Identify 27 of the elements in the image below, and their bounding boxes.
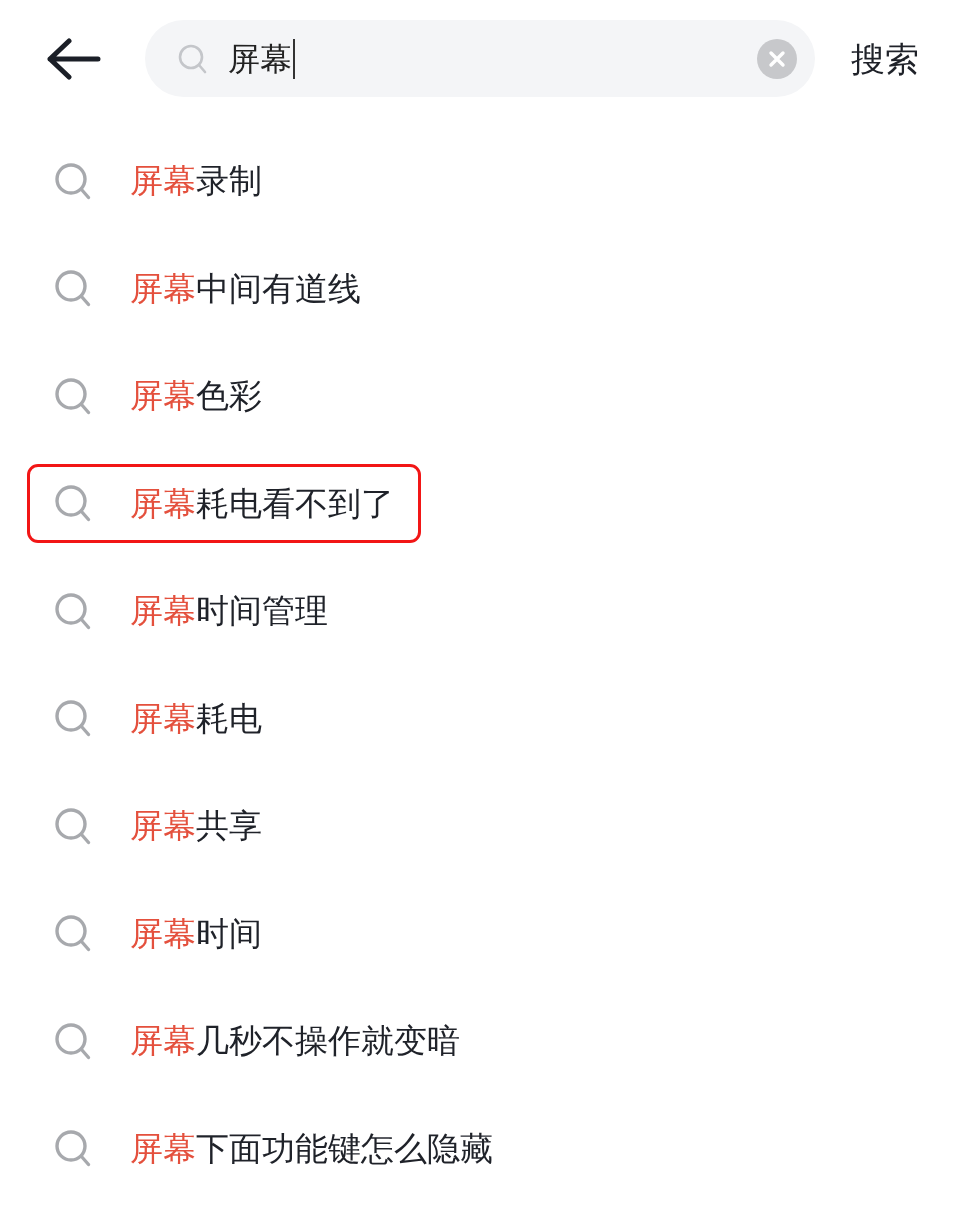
suggestion-item[interactable]: 屏幕下面功能键怎么隐藏	[27, 1109, 520, 1188]
suggestion-item[interactable]: 屏幕共享	[27, 786, 289, 866]
suggestion-item[interactable]: 屏幕耗电看不到了	[27, 464, 421, 543]
suggestion-item[interactable]: 屏幕录制	[27, 141, 289, 221]
suggestion-item[interactable]: 屏幕色彩	[27, 356, 289, 436]
suggestion-item[interactable]: 屏幕时间	[27, 894, 289, 973]
search-icon	[55, 807, 91, 845]
search-icon	[55, 1130, 91, 1167]
search-icon	[55, 377, 91, 415]
clear-icon	[757, 38, 797, 79]
search-icon	[55, 270, 91, 307]
search-icon	[55, 915, 91, 952]
search-icon	[55, 162, 91, 200]
search-icon	[55, 700, 91, 737]
back-arrow-icon	[47, 37, 101, 80]
search-button[interactable]: 搜索	[851, 38, 919, 79]
search-icon	[55, 592, 91, 630]
search-icon	[178, 43, 207, 74]
suggestion-item[interactable]: 屏幕耗电	[27, 679, 289, 758]
search-query-text: 屏幕	[228, 38, 292, 79]
suggestion-item[interactable]: 屏幕中间有道线	[27, 249, 388, 328]
search-field[interactable]: 屏幕	[145, 20, 815, 97]
search-icon	[55, 485, 91, 522]
suggestion-item[interactable]: 屏幕几秒不操作就变暗	[27, 1001, 487, 1081]
back-button[interactable]	[47, 37, 101, 80]
search-icon	[55, 1022, 91, 1060]
suggestion-item[interactable]: 屏幕时间管理	[27, 571, 355, 651]
